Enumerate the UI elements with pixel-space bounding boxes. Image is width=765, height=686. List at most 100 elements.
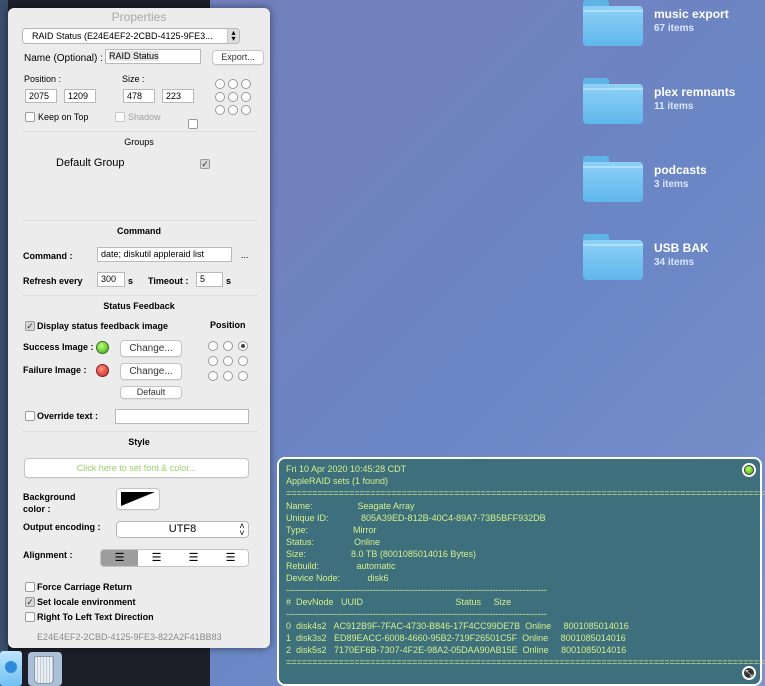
- anchor-radio-br[interactable]: [241, 105, 251, 115]
- position-label: Position :: [24, 74, 62, 84]
- shadow-label: Shadow: [128, 112, 161, 122]
- geeklet-select-value: RAID Status (E24E4EF2-2CBD-4125-9FE3...: [32, 31, 213, 41]
- anchor-radio-mc[interactable]: [228, 92, 238, 102]
- color-swatch-icon: [121, 492, 155, 506]
- folder-music-export[interactable]: music export 67 items: [583, 0, 763, 60]
- status-pos-radio-tc[interactable]: [223, 341, 233, 351]
- name-label: Name (Optional) :: [24, 53, 103, 64]
- name-input[interactable]: RAID Status: [105, 49, 201, 64]
- anchor-radio-tl[interactable]: [215, 79, 225, 89]
- status-pos-radio-br[interactable]: [238, 371, 248, 381]
- override-text-input[interactable]: [115, 409, 249, 424]
- keep-on-top-checkbox[interactable]: [25, 112, 35, 122]
- force-carriage-return-checkbox[interactable]: [25, 582, 35, 592]
- command-more-button[interactable]: ...: [241, 250, 249, 260]
- anchor-radio-bl[interactable]: [215, 105, 225, 115]
- folder-name: podcasts: [654, 163, 707, 177]
- align-center-icon[interactable]: ☰: [138, 550, 175, 566]
- output-line: 0 disk4s2 AC912B9F-7FAC-4730-B846-17F4CC…: [286, 621, 629, 631]
- folder-name: plex remnants: [654, 85, 736, 99]
- refresh-label: Refresh every: [23, 276, 83, 286]
- status-pos-radio-bl[interactable]: [208, 371, 218, 381]
- style-header: Style: [128, 437, 150, 447]
- output-line: 1 disk3s2 ED89EACC-6008-4660-95B2-719F26…: [286, 633, 626, 643]
- output-encoding-select[interactable]: UTF8 ˄ ˅: [116, 521, 249, 538]
- timeout-input[interactable]: 5: [196, 272, 223, 287]
- status-pos-radio-bc[interactable]: [223, 371, 233, 381]
- command-input[interactable]: date; diskutil appleraid list: [97, 247, 232, 262]
- output-line: Status: Online: [286, 537, 381, 547]
- default-group-label: Default Group: [56, 157, 125, 169]
- geeklet-select[interactable]: RAID Status (E24E4EF2-2CBD-4125-9FE3... …: [22, 28, 240, 44]
- failure-change-button[interactable]: Change...: [120, 363, 182, 380]
- extra-checkbox[interactable]: [188, 119, 198, 129]
- folder-count: 3 items: [654, 179, 689, 190]
- trash-icon[interactable]: [34, 656, 54, 684]
- status-pos-radio-mc[interactable]: [223, 356, 233, 366]
- anchor-radio-tc[interactable]: [228, 79, 238, 89]
- panel-title: Properties: [111, 10, 167, 24]
- folder-icon: [583, 0, 643, 46]
- size-label: Size :: [122, 74, 145, 84]
- anchor-radio-bc[interactable]: [228, 105, 238, 115]
- status-indicator-icon: [742, 463, 756, 477]
- groups-header: Groups: [124, 137, 154, 147]
- resize-handle-icon[interactable]: ⤡: [742, 666, 756, 680]
- position-x-input[interactable]: 2075: [25, 89, 57, 103]
- folder-count: 34 items: [654, 257, 695, 268]
- size-height-input[interactable]: 223: [162, 89, 194, 103]
- folder-podcasts[interactable]: podcasts 3 items: [583, 156, 763, 216]
- failure-image-label: Failure Image :: [23, 365, 87, 375]
- timeout-unit: s: [226, 276, 232, 286]
- display-status-label: Display status feedback image: [37, 321, 169, 331]
- background-color-label: Background: [23, 492, 76, 502]
- output-line: Size: 8.0 TB (8001085014016 Bytes): [286, 549, 476, 559]
- output-line: Name: Seagate Array: [286, 501, 415, 511]
- refresh-input[interactable]: 300: [97, 272, 125, 287]
- folder-usb-bak[interactable]: USB BAK 34 items: [583, 234, 763, 294]
- status-pos-radio-tl[interactable]: [208, 341, 218, 351]
- default-group-checkbox[interactable]: ✓: [200, 159, 210, 169]
- export-button[interactable]: Export...: [212, 50, 264, 65]
- override-text-checkbox[interactable]: [25, 411, 35, 421]
- divider: [22, 295, 258, 296]
- command-header: Command: [116, 226, 161, 236]
- raid-status-geeklet[interactable]: Fri 10 Apr 2020 10:45:28 CDT AppleRAID s…: [277, 457, 765, 686]
- status-pos-radio-mr[interactable]: [238, 356, 248, 366]
- background-color-well[interactable]: [116, 488, 160, 510]
- force-carriage-return-label: Force Carriage Return: [37, 582, 133, 592]
- status-pos-radio-ml[interactable]: [208, 356, 218, 366]
- size-width-input[interactable]: 478: [123, 89, 155, 103]
- override-text-label: Override text :: [37, 411, 99, 421]
- folder-icon: [583, 156, 643, 202]
- command-label: Command :: [23, 251, 73, 261]
- set-locale-checkbox[interactable]: ✓: [25, 597, 35, 607]
- anchor-radio-mr[interactable]: [241, 92, 251, 102]
- shadow-checkbox[interactable]: [115, 112, 125, 122]
- success-change-button[interactable]: Change...: [120, 340, 182, 357]
- anchor-radio-ml[interactable]: [215, 92, 225, 102]
- anchor-radio-tr[interactable]: [241, 79, 251, 89]
- divider: [22, 220, 258, 221]
- default-image-button[interactable]: Default: [120, 386, 182, 399]
- output-line: Rebuild: automatic: [286, 561, 396, 571]
- output-line: AppleRAID sets (1 found): [286, 476, 389, 486]
- position-y-input[interactable]: 1209: [64, 89, 96, 103]
- display-status-checkbox[interactable]: ✓: [25, 321, 35, 331]
- background-color-label-2: color :: [23, 504, 51, 514]
- align-justify-icon[interactable]: ☰: [212, 550, 248, 566]
- background-window-edge: [0, 0, 8, 686]
- rtl-checkbox[interactable]: [25, 612, 35, 622]
- status-pos-radio-tr[interactable]: [238, 341, 248, 351]
- output-encoding-label: Output encoding :: [23, 522, 101, 532]
- status-feedback-header: Status Feedback: [103, 301, 175, 311]
- output-line: ----------------------------------------…: [286, 609, 547, 619]
- folder-icon: [583, 78, 643, 124]
- success-status-icon: [96, 341, 109, 354]
- font-color-button[interactable]: Click here to set font & color...: [24, 458, 249, 478]
- align-left-icon[interactable]: ☰: [101, 550, 138, 566]
- folder-plex-remnants[interactable]: plex remnants 11 items: [583, 78, 763, 138]
- finder-dock-icon[interactable]: [0, 651, 22, 686]
- align-right-icon[interactable]: ☰: [175, 550, 212, 566]
- output-encoding-value: UTF8: [168, 523, 197, 535]
